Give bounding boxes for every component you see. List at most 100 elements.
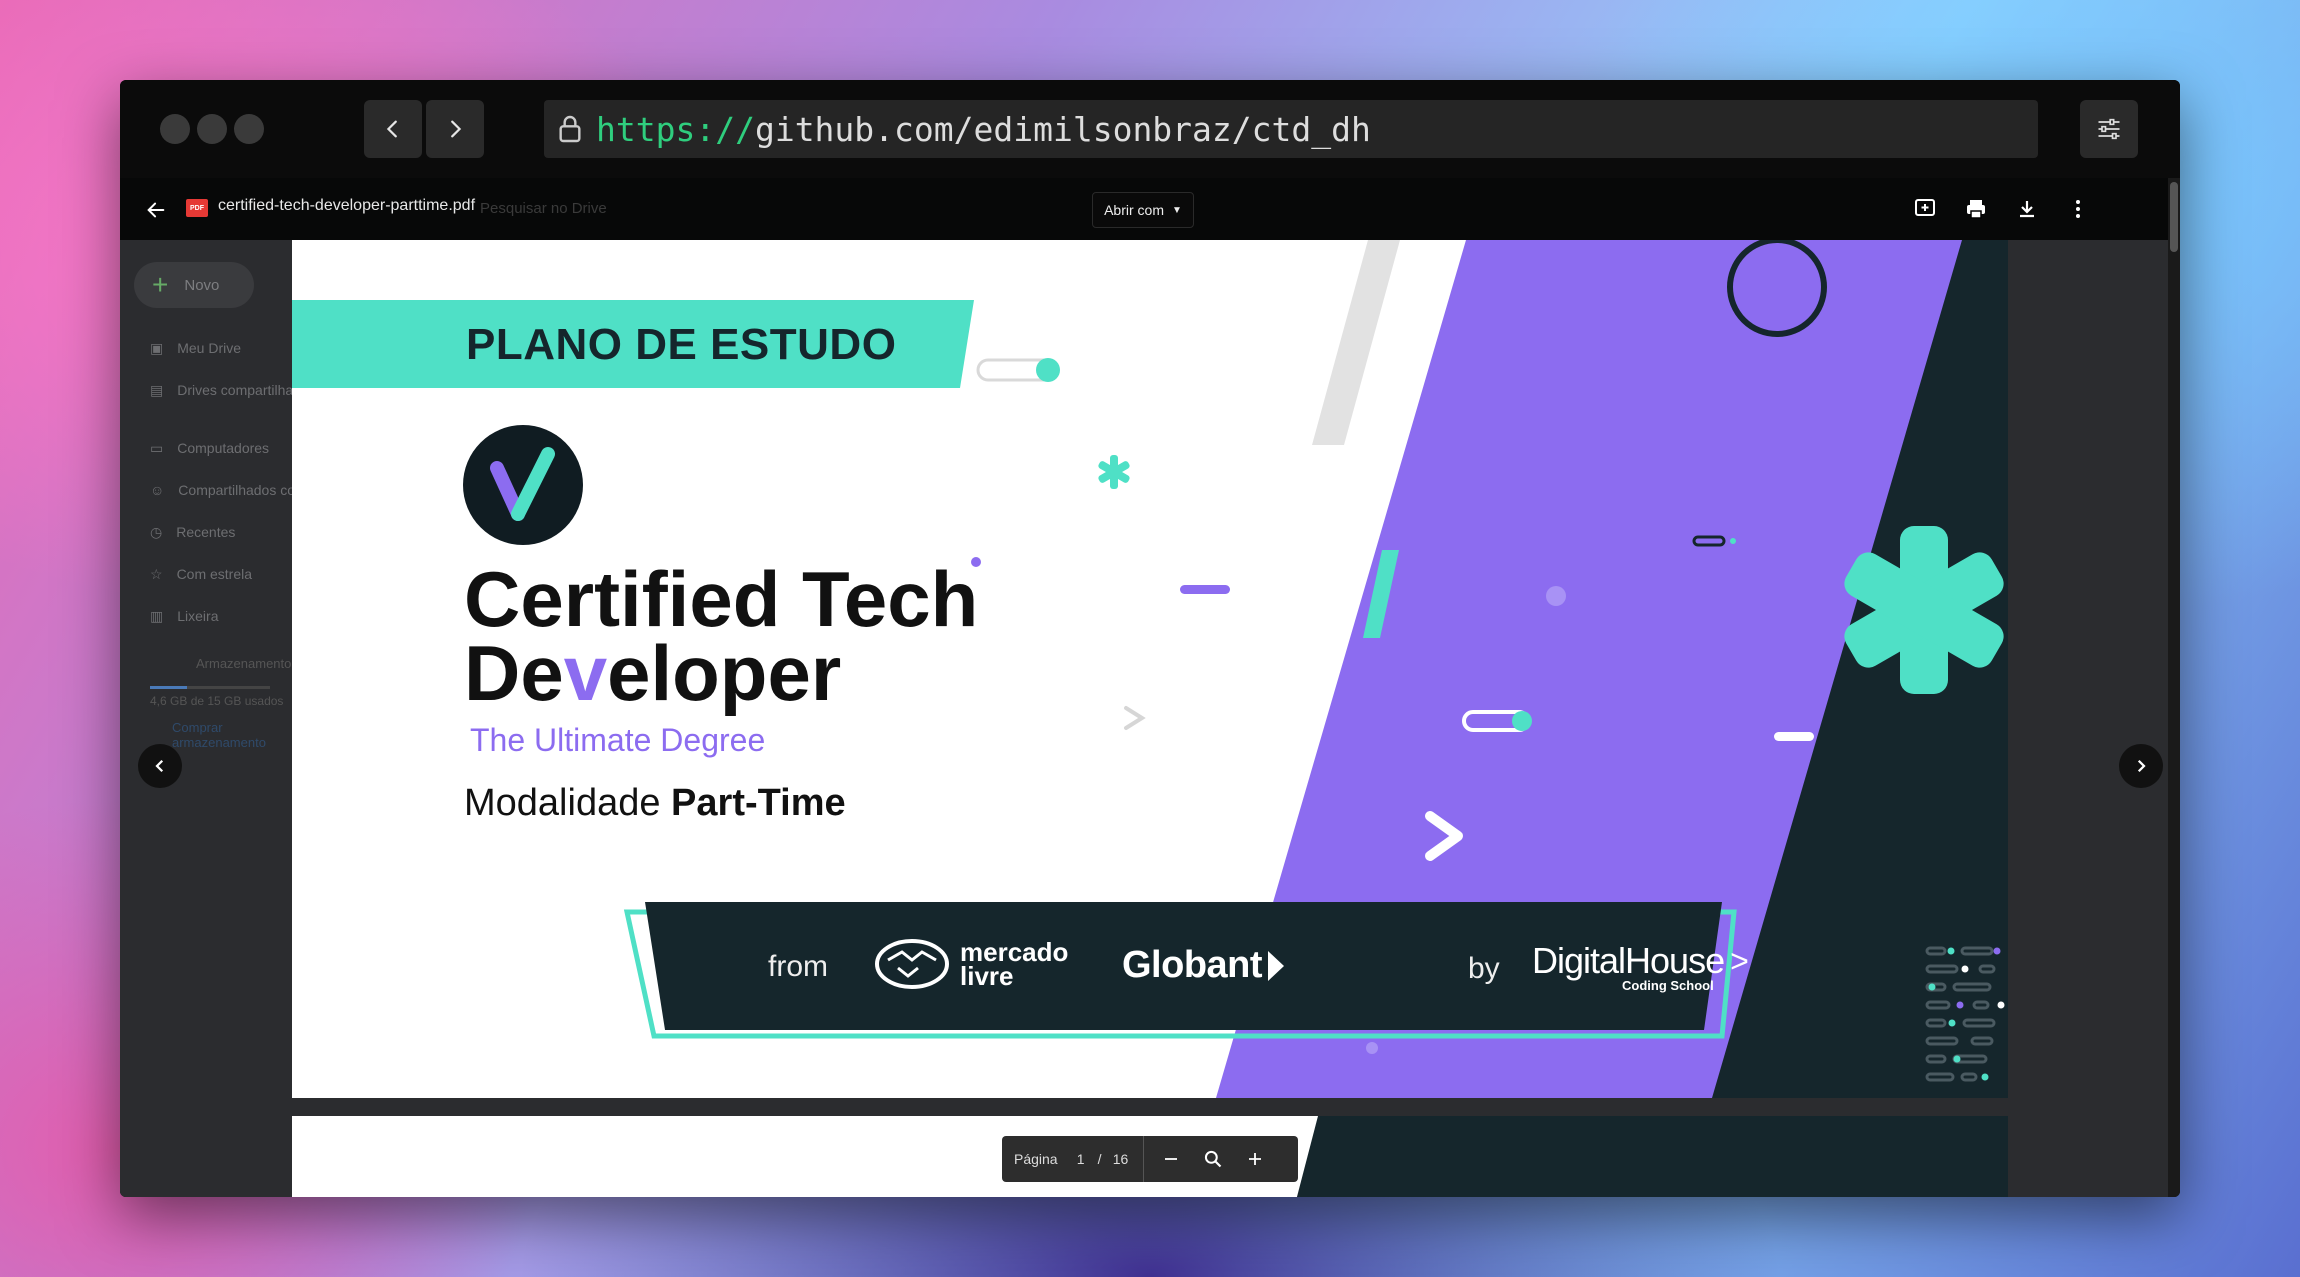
sidebar-item-my-drive[interactable]: ▣ Meu Drive — [150, 334, 241, 362]
printer-icon — [1967, 200, 1985, 219]
slide-title-line2: Developer — [464, 634, 841, 712]
page-toolbar: Página 1 / 16 — [1002, 1136, 1298, 1182]
chevron-left-icon — [386, 120, 397, 138]
magnifier-icon — [1205, 1150, 1222, 1168]
drive-sidebar: + Novo ▣ Meu Drive ▤ Drives compartilhados… — [120, 238, 325, 1197]
browser-titlebar: https://github.com/edimilsonbraz/ctd_dh — [120, 80, 2180, 178]
sponsor-by: by — [1468, 952, 1500, 985]
sidebar-item-recent[interactable]: ◷ Recentes — [150, 518, 235, 546]
open-with-label: Abrir com — [1104, 202, 1164, 218]
dh-chevron-icon: > — [1730, 942, 1749, 979]
chevron-left-icon — [155, 759, 164, 773]
sidebar-item-label: Computadores — [177, 440, 270, 456]
back-button[interactable] — [364, 100, 422, 158]
prev-file-button[interactable] — [138, 744, 182, 788]
zoom-out-button[interactable] — [1158, 1150, 1184, 1168]
modality-text: Modalidade Part-Time — [464, 782, 846, 825]
zoom-button[interactable] — [1200, 1149, 1226, 1169]
sponsor-from: from — [768, 950, 828, 983]
mercado-line2: livre — [960, 961, 1014, 991]
file-name: certified-tech-developer-parttime.pdf — [218, 197, 476, 214]
settings-button[interactable] — [2080, 100, 2138, 158]
globant-logo: Globant — [1122, 944, 1286, 987]
storage-label: Armazenamento — [196, 656, 292, 671]
toolbar-divider — [1143, 1136, 1145, 1182]
page-label: Página — [1014, 1151, 1058, 1167]
sidebar-item-label: Recentes — [176, 524, 236, 540]
next-file-button[interactable] — [2119, 744, 2163, 788]
chevron-right-icon — [2137, 759, 2146, 773]
shared-drive-icon: ▤ — [150, 381, 164, 398]
sidebar-item-label: Lixeira — [177, 608, 219, 624]
viewer-scrollbar[interactable] — [2168, 178, 2180, 1197]
star-icon: ☆ — [150, 565, 163, 582]
modality-prefix: Modalidade — [464, 782, 672, 824]
download-icon — [2020, 201, 2034, 218]
window-minimize-dot[interactable] — [197, 114, 227, 144]
zoom-in-button[interactable] — [1242, 1150, 1268, 1168]
minus-icon — [1165, 1158, 1178, 1160]
title-accent-v: v — [563, 629, 608, 717]
lock-icon — [559, 115, 581, 143]
study-plan-banner: PLANO DE ESTUDO — [466, 320, 897, 369]
browser-window: https://github.com/edimilsonbraz/ctd_dh … — [120, 80, 2180, 1197]
mercado-livre-logo: mercado livre — [874, 938, 1068, 990]
forward-button[interactable] — [426, 100, 484, 158]
digitalhouse-logo: DigitalHouse > Coding School — [1532, 940, 1749, 993]
sidebar-item-computers[interactable]: ▭ Computadores — [150, 434, 269, 462]
url-text: github.com/edimilsonbraz/ctd_dh — [754, 109, 1371, 149]
people-icon: ☺ — [150, 482, 165, 498]
page-separator: / — [1097, 1151, 1102, 1167]
page-number-input[interactable]: 1 — [1068, 1151, 1094, 1167]
sliders-icon — [2098, 118, 2120, 140]
plus-icon: + — [152, 269, 169, 300]
title-part: eloper — [607, 629, 842, 717]
download-button[interactable] — [2012, 194, 2042, 224]
sidebar-item-label: Meu Drive — [177, 340, 242, 356]
buy-storage-link[interactable]: Comprar armazenamento — [172, 720, 292, 750]
new-button-label: Novo — [184, 276, 220, 294]
sidebar-item-trash[interactable]: ▥ Lixeira — [150, 602, 218, 630]
globant-arrow-icon — [1268, 950, 1285, 981]
trash-icon: ▥ — [150, 607, 164, 624]
sidebar-item-shared-drives[interactable]: ▤ Drives compartilhados — [150, 376, 316, 404]
pdf-page-1: PLANO DE ESTUDO V Certified Tech Develop… — [292, 240, 2008, 1098]
slide-title-line1: Certified Tech — [464, 555, 979, 643]
page-total: 16 — [1112, 1151, 1129, 1167]
more-options-button[interactable] — [2063, 194, 2093, 224]
drive-search-ghost: Pesquisar no Drive — [480, 200, 607, 217]
new-button[interactable]: + Novo — [134, 262, 254, 308]
title-part: De — [464, 629, 564, 717]
chevron-right-icon — [451, 120, 462, 138]
window-maximize-dot[interactable] — [234, 114, 264, 144]
url-scheme: https:// — [596, 109, 755, 149]
add-comment-button[interactable] — [1910, 194, 1940, 224]
window-close-dot[interactable] — [160, 114, 190, 144]
storage-bar — [150, 686, 270, 689]
print-button[interactable] — [1961, 194, 1991, 224]
dh-main-text: DigitalHouse — [1532, 940, 1725, 981]
drive-pdf-viewer: + Novo ▣ Meu Drive ▤ Drives compartilhados… — [120, 178, 2180, 1197]
plus-icon — [1249, 1153, 1262, 1165]
arrow-left-icon — [147, 202, 165, 218]
globant-text: Globant — [1122, 944, 1263, 986]
computer-icon: ▭ — [150, 439, 164, 456]
handshake-icon — [875, 939, 949, 989]
address-bar[interactable]: https://github.com/edimilsonbraz/ctd_dh — [544, 100, 2038, 158]
more-vertical-icon — [2076, 200, 2080, 218]
add-comment-icon — [1915, 199, 1935, 216]
clock-icon: ◷ — [150, 523, 163, 540]
close-viewer-button[interactable] — [140, 194, 172, 226]
caret-down-icon: ▼ — [1172, 204, 1182, 216]
sidebar-item-starred[interactable]: ☆ Com estrela — [150, 560, 252, 588]
modality-bold: Part-Time — [671, 782, 846, 824]
sidebar-item-label: Com estrela — [176, 566, 253, 582]
open-with-button[interactable]: Abrir com ▼ — [1092, 192, 1194, 228]
scrollbar-thumb[interactable] — [2170, 182, 2178, 252]
dh-sub-text: Coding School — [1622, 978, 1714, 993]
pdf-file-icon: PDF — [186, 199, 208, 217]
drive-icon: ▣ — [150, 339, 164, 356]
slide-subtitle: The Ultimate Degree — [470, 722, 766, 758]
pdf-viewer-topbar: PDF certified-tech-developer-parttime.pd… — [120, 178, 2180, 240]
storage-used: 4,6 GB de 15 GB usados — [150, 694, 284, 708]
